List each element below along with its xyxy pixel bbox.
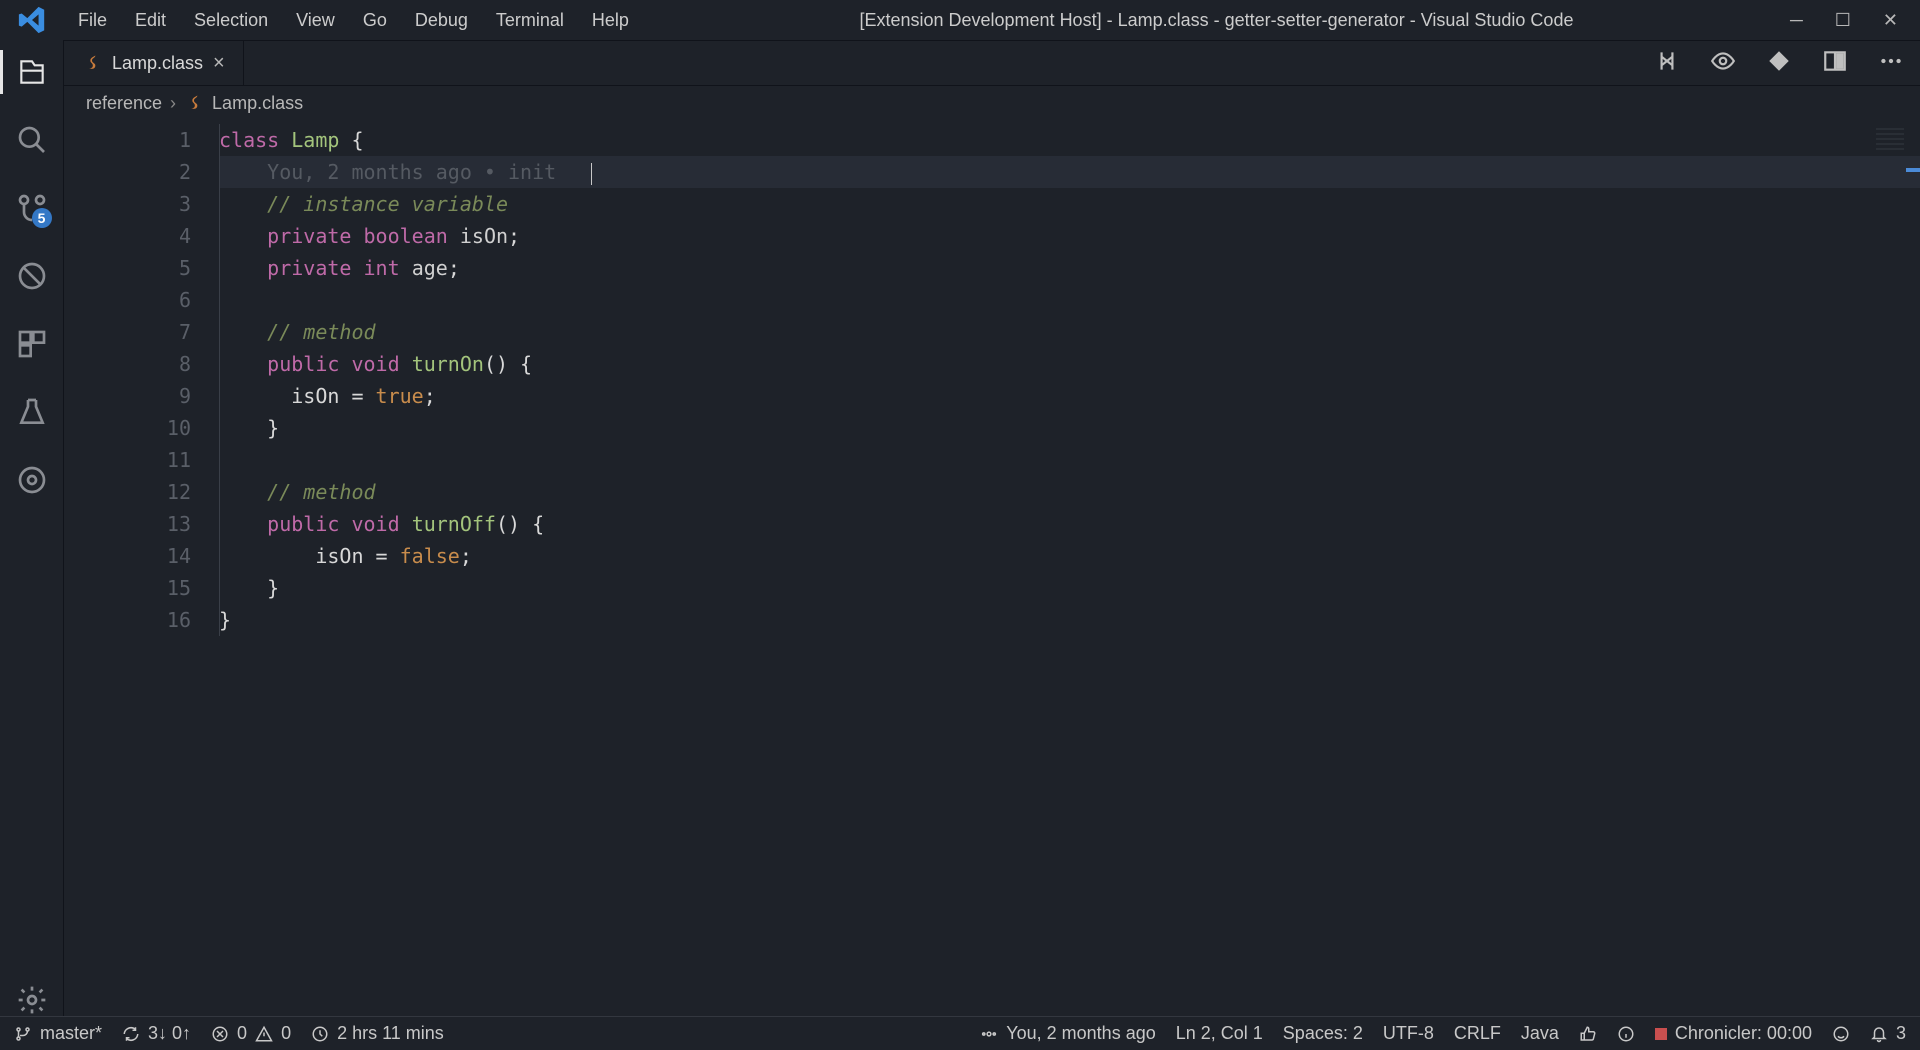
minimize-button[interactable]: ─ — [1790, 10, 1803, 31]
overview-ruler[interactable] — [1906, 120, 1920, 1016]
status-info[interactable] — [1617, 1025, 1635, 1043]
status-bell[interactable]: 3 — [1870, 1023, 1906, 1044]
code-content[interactable]: class Lamp { You, 2 months ago • init //… — [219, 120, 1920, 1016]
status-eol[interactable]: CRLF — [1454, 1023, 1501, 1044]
cursor-pos: Ln 2, Col 1 — [1176, 1023, 1263, 1044]
status-time[interactable]: 2 hrs 11 mins — [311, 1023, 444, 1044]
tab-lamp-class[interactable]: Lamp.class × — [64, 41, 244, 85]
menu-go[interactable]: Go — [349, 4, 401, 37]
status-chronicler[interactable]: Chronicler: 00:00 — [1655, 1023, 1812, 1044]
status-cursor[interactable]: Ln 2, Col 1 — [1176, 1023, 1263, 1044]
sync-count: 3↓ 0↑ — [148, 1023, 191, 1044]
status-spaces[interactable]: Spaces: 2 — [1283, 1023, 1363, 1044]
tab-label: Lamp.class — [112, 53, 203, 74]
more-icon[interactable] — [1878, 48, 1904, 79]
line-gutter: 12345678910111213141516 — [64, 120, 219, 1016]
java-icon — [82, 53, 102, 73]
activity-search[interactable] — [16, 124, 48, 156]
breadcrumb-reference[interactable]: reference — [86, 93, 162, 114]
menu-edit[interactable]: Edit — [121, 4, 180, 37]
time-value: 2 hrs 11 mins — [337, 1023, 444, 1044]
menu-help[interactable]: Help — [578, 4, 643, 37]
warning-count: 0 — [281, 1023, 291, 1044]
minimap[interactable] — [1876, 128, 1904, 152]
breadcrumb-file[interactable]: Lamp.class — [212, 93, 303, 114]
status-language[interactable]: Java — [1521, 1023, 1559, 1044]
menu-view[interactable]: View — [282, 4, 349, 37]
activity-debug[interactable] — [16, 260, 48, 292]
eol-label: CRLF — [1454, 1023, 1501, 1044]
status-thumbs[interactable] — [1579, 1025, 1597, 1043]
blame-text: You, 2 months ago — [1006, 1023, 1155, 1044]
status-branch[interactable]: master* — [14, 1023, 102, 1044]
status-encoding[interactable]: UTF-8 — [1383, 1023, 1434, 1044]
error-count: 0 — [237, 1023, 247, 1044]
activity-extensions[interactable] — [16, 328, 48, 360]
vscode-logo — [0, 5, 64, 35]
status-bar: master* 3↓ 0↑ 0 0 2 hrs 11 mins You, 2 m… — [0, 1016, 1920, 1050]
activity-scm[interactable]: 5 — [16, 192, 48, 224]
window-title: [Extension Development Host] - Lamp.clas… — [643, 10, 1790, 31]
compare-icon[interactable] — [1654, 48, 1680, 79]
branch-name: master* — [40, 1023, 102, 1044]
lang-label: Java — [1521, 1023, 1559, 1044]
record-icon — [1655, 1028, 1667, 1040]
tab-actions — [1654, 41, 1920, 85]
activity-settings[interactable] — [16, 984, 48, 1016]
status-blame[interactable]: You, 2 months ago — [980, 1023, 1155, 1044]
editor-area: Lamp.class × reference › Lamp.class 1234… — [64, 40, 1920, 1016]
notification-count: 3 — [1896, 1023, 1906, 1044]
editor[interactable]: 12345678910111213141516 class Lamp { You… — [64, 120, 1920, 1016]
status-problems[interactable]: 0 0 — [211, 1023, 291, 1044]
activity-test[interactable] — [16, 396, 48, 428]
tab-bar: Lamp.class × — [64, 40, 1920, 86]
chronicler-label: Chronicler: 00:00 — [1675, 1023, 1812, 1044]
indent-label: Spaces: 2 — [1283, 1023, 1363, 1044]
maximize-button[interactable]: ☐ — [1835, 10, 1851, 31]
window-controls: ─ ☐ ✕ — [1790, 10, 1920, 31]
split-editor-icon[interactable] — [1822, 48, 1848, 79]
menu-terminal[interactable]: Terminal — [482, 4, 578, 37]
activity-lens[interactable] — [16, 464, 48, 496]
menu-bar: File Edit Selection View Go Debug Termin… — [64, 4, 643, 37]
menu-debug[interactable]: Debug — [401, 4, 482, 37]
menu-selection[interactable]: Selection — [180, 4, 282, 37]
activity-explorer[interactable] — [16, 56, 48, 88]
activity-bar: 5 — [0, 40, 64, 1016]
tab-close-icon[interactable]: × — [213, 52, 225, 75]
close-button[interactable]: ✕ — [1883, 10, 1898, 31]
scm-badge: 5 — [32, 208, 52, 228]
titlebar: File Edit Selection View Go Debug Termin… — [0, 0, 1920, 40]
diff-icon[interactable] — [1766, 48, 1792, 79]
chevron-right-icon: › — [170, 93, 176, 114]
eye-icon[interactable] — [1710, 48, 1736, 79]
menu-file[interactable]: File — [64, 4, 121, 37]
breadcrumbs[interactable]: reference › Lamp.class — [64, 86, 1920, 120]
status-feedback[interactable] — [1832, 1025, 1850, 1043]
java-icon — [184, 93, 204, 113]
encoding-label: UTF-8 — [1383, 1023, 1434, 1044]
status-sync[interactable]: 3↓ 0↑ — [122, 1023, 191, 1044]
